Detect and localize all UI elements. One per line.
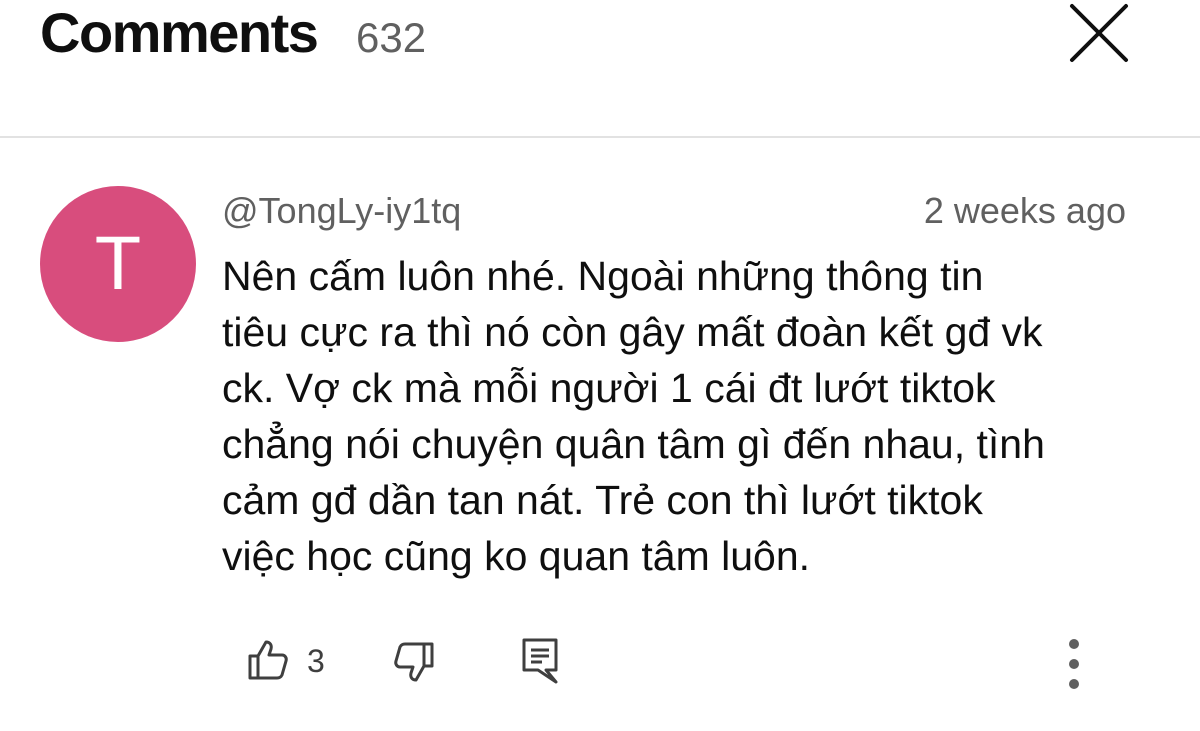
comment-text-line: Nên cấm luôn nhé. Ngoài những thông tin	[222, 253, 984, 299]
thumbs-up-icon	[248, 640, 288, 680]
comment-author-handle[interactable]: @TongLy-iy1tq	[222, 190, 461, 232]
thumbs-down-icon	[394, 642, 434, 682]
dislike-button[interactable]	[390, 638, 438, 686]
comment-text-line: tiêu cực ra thì nó còn gây mất đoàn kết …	[222, 309, 1043, 355]
comments-header: Comments 632	[0, 0, 1200, 138]
close-icon	[1070, 4, 1128, 62]
avatar[interactable]: T	[40, 186, 196, 342]
reply-button[interactable]	[516, 636, 564, 686]
more-options-button[interactable]	[1056, 634, 1092, 694]
comment-text-line: cảm gđ dần tan nát. Trẻ con thì lướt tik…	[222, 477, 983, 523]
more-vertical-icon	[1069, 639, 1079, 689]
comment-text-line: chẳng nói chuyện quân tâm gì đến nhau, t…	[222, 421, 1045, 467]
close-button[interactable]	[1066, 0, 1132, 66]
reply-comment-icon	[522, 638, 558, 684]
comments-title: Comments	[40, 1, 319, 64]
comment-timestamp: 2 weeks ago	[923, 190, 1126, 231]
comment-actions: 3	[0, 630, 1200, 694]
comment-text: Nên cấm luôn nhé. Ngoài những thông tin …	[222, 248, 1152, 584]
like-button[interactable]	[244, 636, 292, 684]
like-count: 3	[307, 643, 325, 679]
comment-text-line: ck. Vợ ck mà mỗi người 1 cái đt lướt tik…	[222, 365, 996, 411]
comment-text-line: việc học cũng ko quan tâm luôn.	[222, 533, 811, 579]
comments-count: 632	[356, 14, 427, 61]
avatar-letter: T	[94, 221, 142, 306]
